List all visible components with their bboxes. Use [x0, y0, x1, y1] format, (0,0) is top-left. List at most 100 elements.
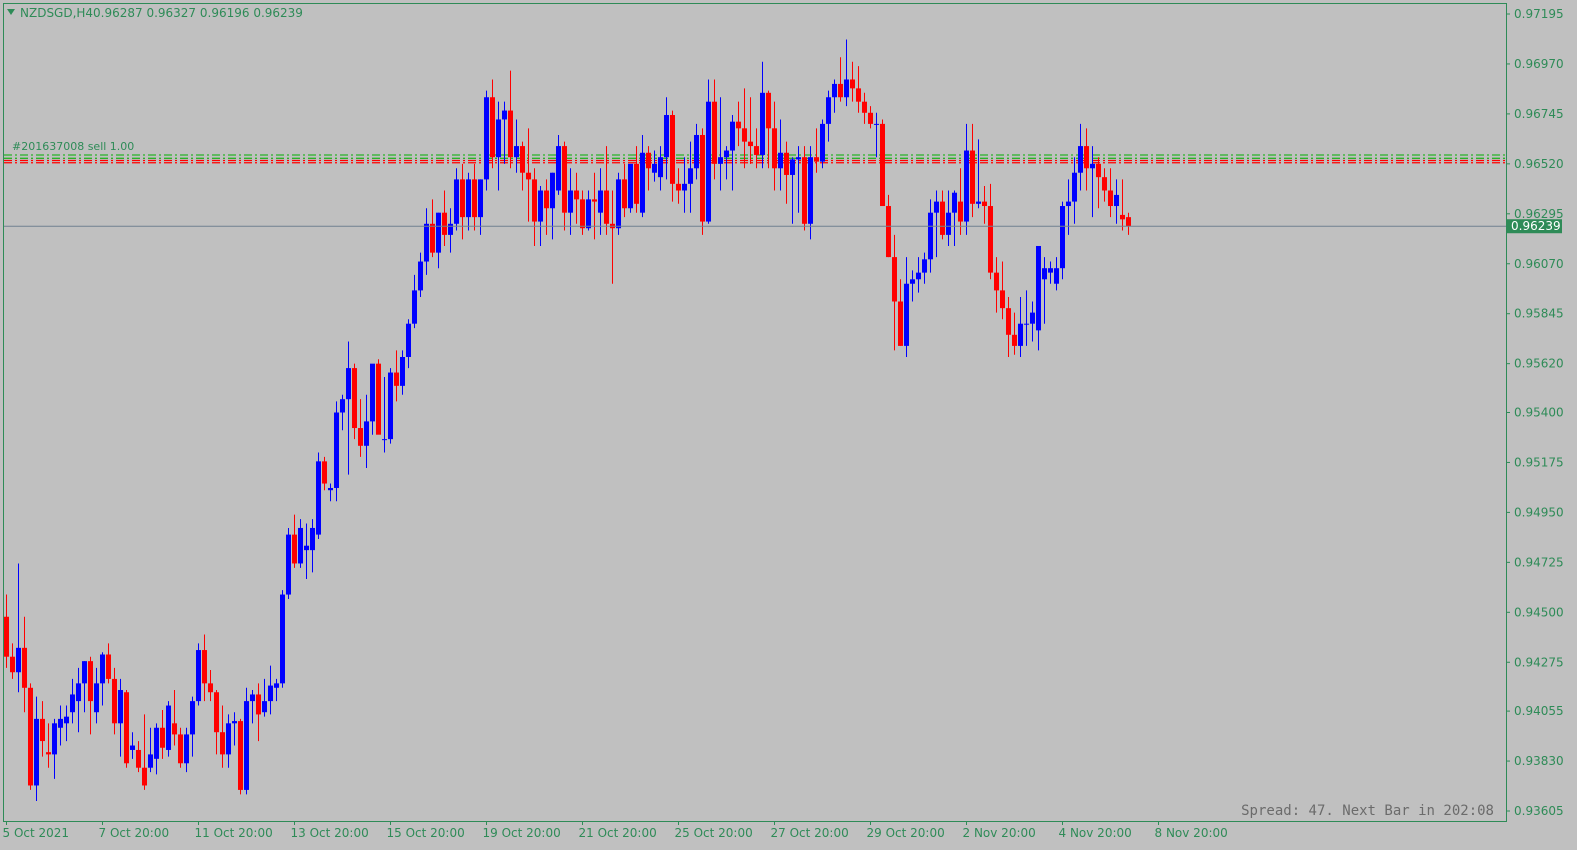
- candle-body: [844, 79, 849, 98]
- candle-body: [424, 223, 429, 262]
- candle-body: [352, 368, 357, 429]
- candle-body: [886, 206, 891, 258]
- candle-body: [484, 97, 489, 180]
- chart-header[interactable]: NZDSGD,H4 0.96287 0.96327 0.96196 0.9623…: [7, 6, 303, 20]
- candle: [616, 172, 621, 235]
- candle-body: [490, 97, 495, 158]
- candle-body: [382, 439, 387, 441]
- candle-body: [124, 692, 129, 764]
- candle-body: [1108, 190, 1113, 207]
- candle-body: [292, 534, 297, 564]
- candle-body: [748, 141, 753, 147]
- candle: [802, 146, 807, 231]
- candle-body: [166, 705, 171, 750]
- y-tick-label: 0.94950: [1514, 505, 1564, 519]
- candle-body: [898, 301, 903, 346]
- candle-body: [544, 190, 549, 209]
- y-tick-label: 0.96745: [1514, 107, 1564, 121]
- candle-body: [646, 152, 651, 169]
- y-tick-label: 0.94275: [1514, 655, 1564, 669]
- x-tick-label: 19 Oct 20:00: [483, 826, 561, 840]
- candle-body: [388, 372, 393, 440]
- candle-body: [718, 157, 723, 164]
- candle-body: [706, 101, 711, 222]
- candle-body: [946, 212, 951, 235]
- y-tick-label: 0.97195: [1514, 7, 1564, 21]
- candle-body: [1030, 312, 1035, 324]
- x-tick-label: 8 Nov 20:00: [1155, 826, 1228, 840]
- price-tag: 0.96239: [1507, 219, 1562, 234]
- x-tick-label: 5 Oct 2021: [3, 826, 70, 840]
- candle-body: [676, 183, 681, 191]
- y-tick-label: 0.94500: [1514, 605, 1564, 619]
- candle-body: [922, 259, 927, 273]
- candle: [484, 90, 489, 191]
- candle-body: [274, 683, 279, 688]
- price-tag-label: 0.96239: [1511, 219, 1561, 233]
- candle-body: [850, 79, 855, 89]
- candle-body: [700, 134, 705, 222]
- candle-body: [1078, 146, 1083, 173]
- candle-body: [568, 190, 573, 213]
- candle-body: [874, 123, 879, 125]
- candle-body: [436, 212, 441, 253]
- candle-body: [1072, 172, 1077, 202]
- ohlc-readout: 0.96287 0.96327 0.96196 0.96239: [93, 6, 303, 20]
- candle: [166, 701, 171, 757]
- candle-body: [442, 212, 447, 235]
- candle-body: [976, 201, 981, 204]
- candle-body: [370, 363, 375, 422]
- candle-body: [214, 692, 219, 733]
- candle-body: [130, 745, 135, 750]
- candle-body: [832, 83, 837, 98]
- candle-body: [142, 767, 147, 786]
- candle-body: [1018, 323, 1023, 346]
- candle: [286, 527, 291, 599]
- y-tick-label: 0.95400: [1514, 406, 1564, 420]
- candle: [820, 119, 825, 169]
- candle-body: [220, 732, 225, 755]
- candle-body: [970, 150, 975, 204]
- candle-body: [520, 146, 525, 173]
- y-tick-label: 0.95175: [1514, 455, 1564, 469]
- candle-body: [712, 101, 717, 164]
- candle: [880, 119, 885, 207]
- candle-body: [1048, 268, 1053, 273]
- candle-body: [178, 734, 183, 764]
- candle-body: [286, 534, 291, 595]
- candle-body: [652, 163, 657, 173]
- candle-body: [394, 372, 399, 386]
- candle-body: [1006, 308, 1011, 335]
- candle-body: [826, 97, 831, 124]
- candle-body: [628, 163, 633, 209]
- candle-body: [10, 656, 15, 673]
- candle-body: [1120, 214, 1125, 220]
- candle-body: [496, 119, 501, 158]
- candle-body: [724, 150, 729, 158]
- candle-body: [364, 421, 369, 446]
- candle-body: [1126, 217, 1131, 227]
- chart-window[interactable]: 0.97195 0.96970 0.96745 0.96520 0.96295 0.960…: [0, 0, 1577, 850]
- candle-body: [1024, 323, 1029, 325]
- candle-body: [742, 128, 747, 142]
- candle-body: [796, 157, 801, 160]
- candle-body: [1066, 201, 1071, 207]
- candle-body: [256, 694, 261, 715]
- candle-body: [502, 110, 507, 120]
- candle-body: [526, 172, 531, 180]
- candle-body: [1084, 146, 1089, 169]
- candle-body: [988, 206, 993, 273]
- candle-body: [892, 257, 897, 302]
- x-tick-label: 25 Oct 20:00: [675, 826, 753, 840]
- x-tick-label: 29 Oct 20:00: [867, 826, 945, 840]
- candle-body: [838, 83, 843, 98]
- trade-label[interactable]: #201637008 sell 1.00: [12, 140, 134, 153]
- candle: [238, 718, 243, 795]
- candle-body: [118, 690, 123, 724]
- candle-body: [418, 261, 423, 291]
- candle: [316, 452, 321, 540]
- candlestick-chart[interactable]: 0.971950.969700.967450.965200.962950.960…: [0, 0, 1577, 850]
- candle-body: [604, 190, 609, 224]
- candle-body: [466, 179, 471, 218]
- candle-body: [694, 134, 699, 169]
